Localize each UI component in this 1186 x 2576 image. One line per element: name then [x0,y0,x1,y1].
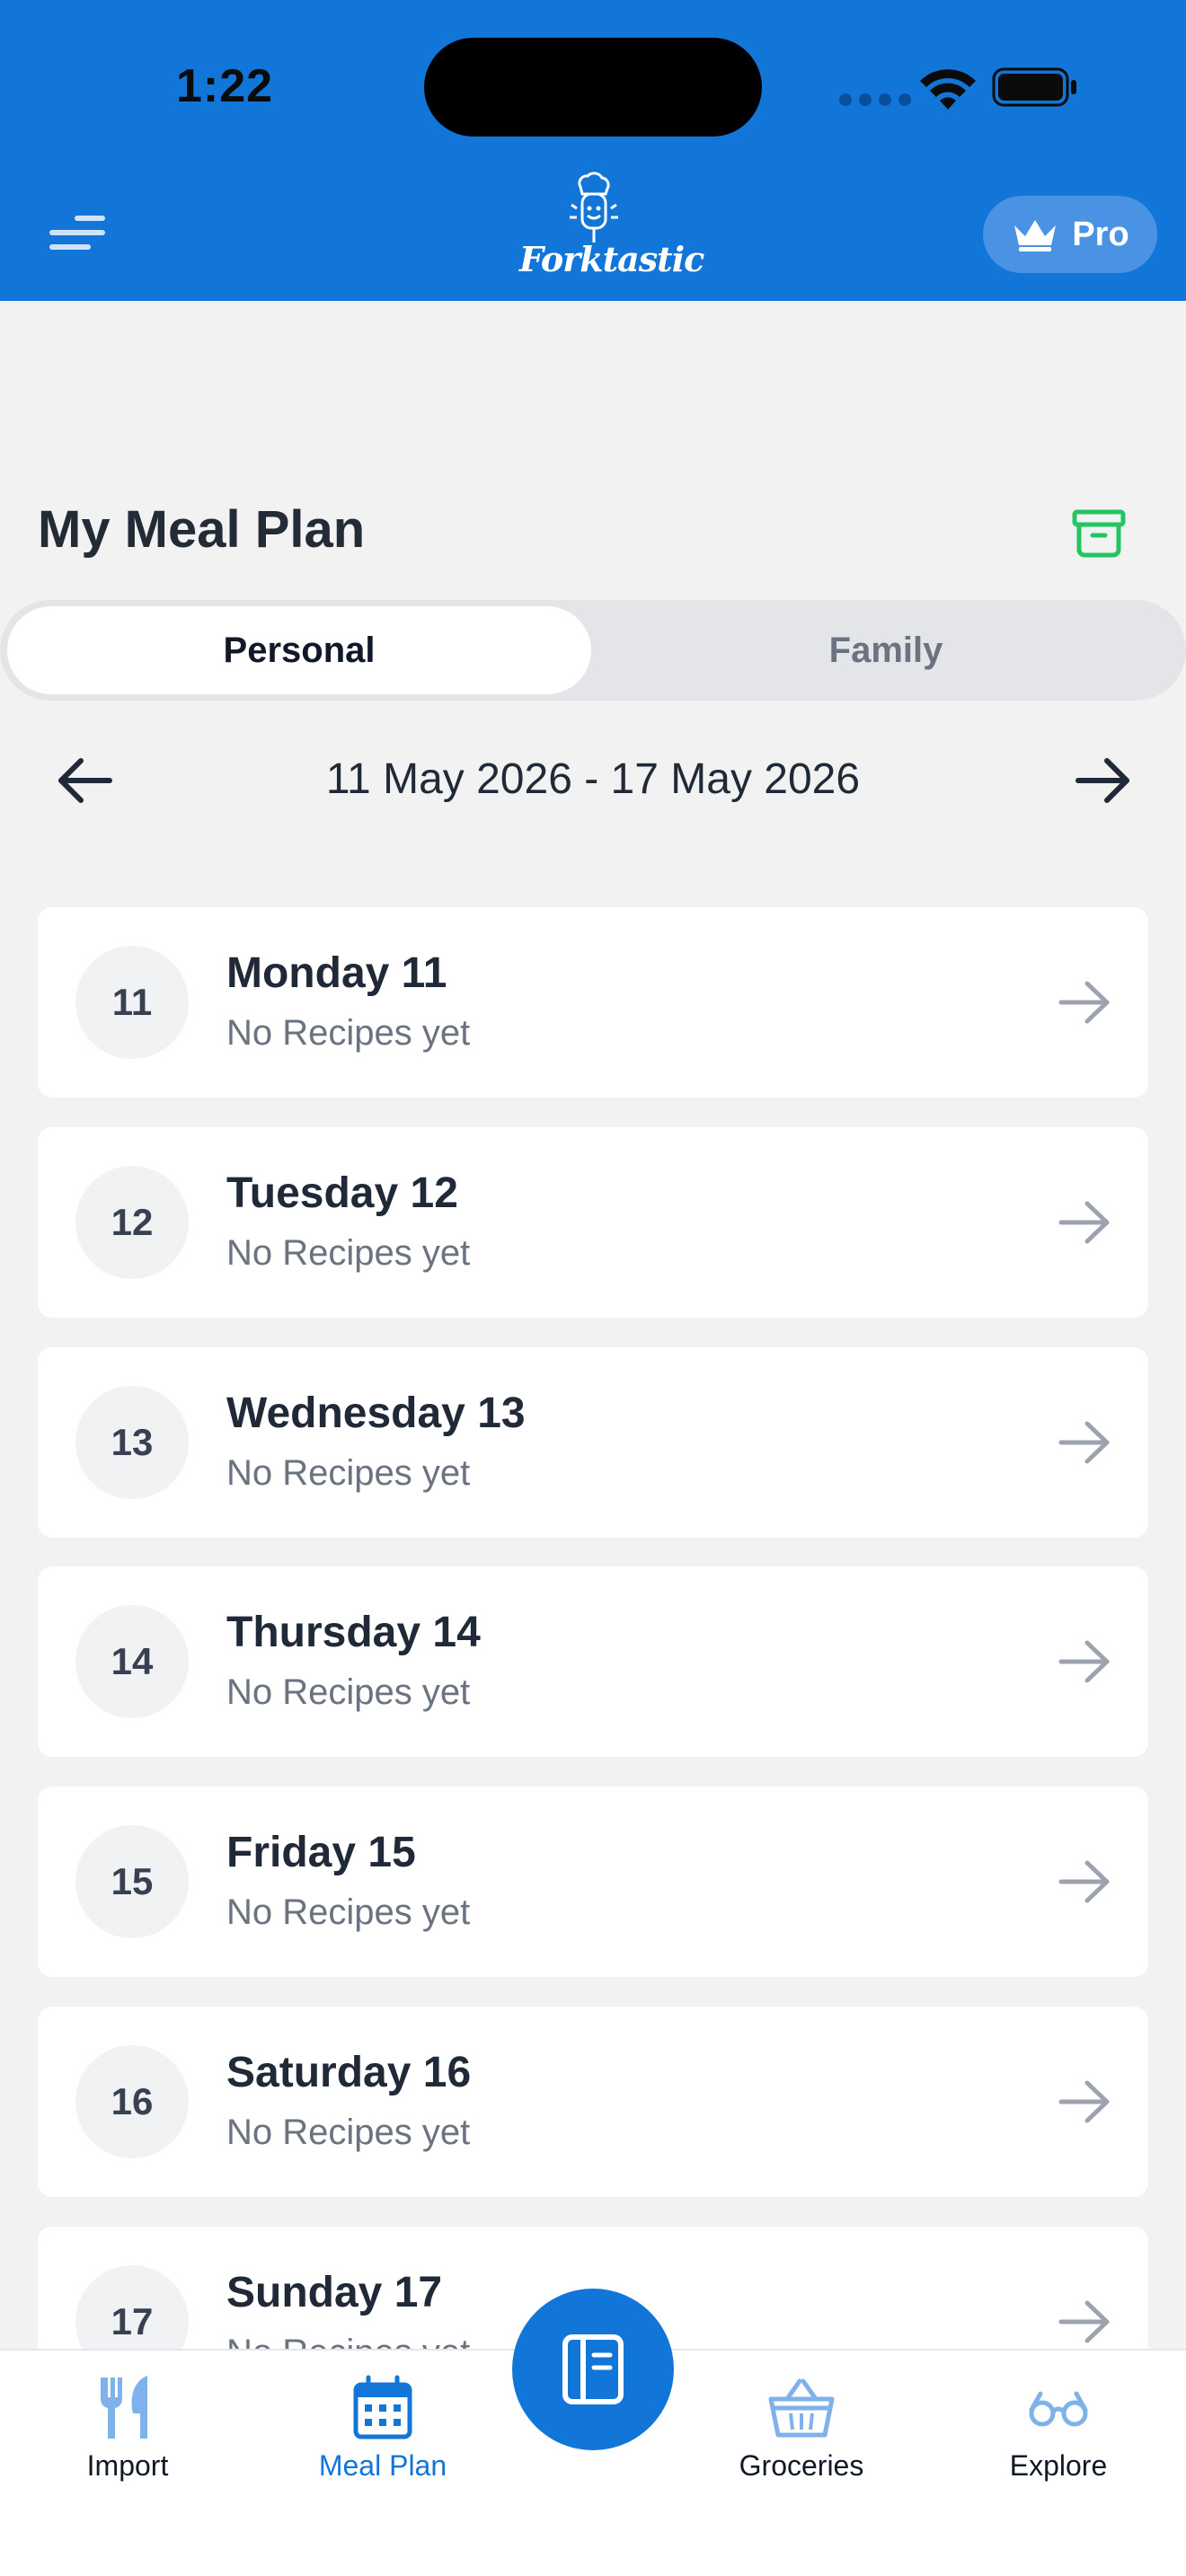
day-card-friday[interactable]: 15 Friday 15 No Recipes yet [38,1786,1148,1977]
recipe-book-icon [562,2334,624,2404]
day-status: No Recipes yet [226,1892,471,1932]
day-card-saturday[interactable]: 16 Saturday 16 No Recipes yet [38,2007,1148,2197]
nav-import[interactable]: Import [29,2351,226,2530]
nav-meal-plan-label: Meal Plan [318,2449,447,2482]
battery-icon [992,67,1076,107]
day-status: No Recipes yet [226,2333,470,2349]
app-header: 1:22 Forktastic Pro [0,0,1186,301]
day-name: Friday 15 [226,1829,416,1876]
utensils-icon [100,2376,147,2439]
nav-groceries-label: Groceries [739,2449,864,2482]
status-time: 1:22 [176,60,274,112]
nav-explore-label: Explore [1009,2449,1108,2482]
day-name: Monday 11 [226,949,447,997]
day-number-badge: 11 [75,946,189,1059]
day-number-badge: 12 [75,1166,189,1279]
tab-family[interactable]: Family [593,606,1179,694]
glasses-icon [1029,2391,1088,2427]
week-range-label: 11 May 2026 - 17 May 2026 [325,755,861,803]
calendar-icon [353,2375,412,2439]
day-status: No Recipes yet [226,1233,471,1273]
cellular-signal-icon [839,93,911,106]
day-status: No Recipes yet [226,1453,471,1493]
nav-meal-plan[interactable]: Meal Plan [284,2351,482,2530]
arrow-right-icon [1058,2300,1110,2343]
previous-week-arrow-icon[interactable] [56,756,115,805]
arrow-right-icon [1058,981,1110,1024]
day-card-monday[interactable]: 11 Monday 11 No Recipes yet [38,907,1148,1098]
day-number-badge: 14 [75,1605,189,1718]
page-title: My Meal Plan [38,500,366,559]
day-card-thursday[interactable]: 14 Thursday 14 No Recipes yet [38,1566,1148,1757]
crown-icon [1014,220,1057,251]
nav-explore[interactable]: Explore [960,2351,1157,2530]
day-name: Thursday 14 [226,1609,481,1656]
dynamic-island [424,38,762,137]
basket-icon [768,2378,835,2438]
day-number-badge: 13 [75,1386,189,1499]
plan-type-switcher: Personal Family [0,600,1186,701]
day-status: No Recipes yet [226,2113,471,2152]
day-name: Saturday 16 [226,2049,472,2096]
pro-label: Pro [1072,215,1129,253]
day-card-tuesday[interactable]: 12 Tuesday 12 No Recipes yet [38,1127,1148,1318]
arrow-right-icon [1058,1860,1110,1903]
recipe-book-button[interactable] [512,2289,674,2450]
logo-wordmark: Forktastic [519,239,704,279]
nav-import-label: Import [86,2449,169,2482]
day-status: No Recipes yet [226,1013,471,1053]
arrow-right-icon [1058,1201,1110,1244]
wifi-icon [920,69,976,110]
tab-personal[interactable]: Personal [7,606,591,694]
arrow-right-icon [1058,2080,1110,2123]
pro-upgrade-button[interactable]: Pro [983,196,1157,273]
day-name: Sunday 17 [226,2269,443,2316]
archive-icon[interactable] [1071,508,1127,559]
day-card-wednesday[interactable]: 13 Wednesday 13 No Recipes yet [38,1347,1148,1538]
arrow-right-icon [1058,1640,1110,1683]
next-week-arrow-icon[interactable] [1073,756,1132,805]
chef-fork-icon [570,172,618,243]
arrow-right-icon [1058,1421,1110,1464]
day-number-badge: 15 [75,1825,189,1938]
menu-icon[interactable] [49,214,106,251]
app-logo: Forktastic [519,169,704,295]
day-number-badge: 16 [75,2045,189,2158]
day-name: Wednesday 13 [226,1389,526,1437]
nav-groceries[interactable]: Groceries [703,2351,900,2530]
day-status: No Recipes yet [226,1672,471,1712]
day-number-badge: 17 [75,2265,189,2349]
day-name: Tuesday 12 [226,1169,458,1217]
day-list: 11 Monday 11 No Recipes yet 12 Tuesday 1… [38,907,1148,2349]
